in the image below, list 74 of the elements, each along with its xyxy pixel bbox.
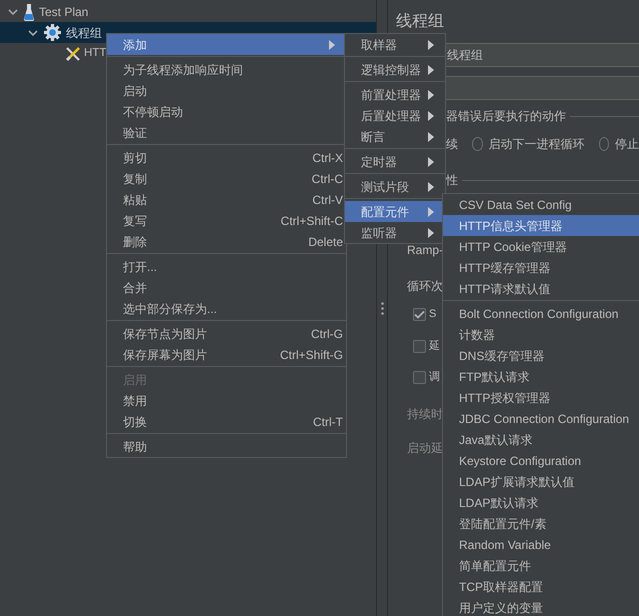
- menu-item[interactable]: 后置处理器: [345, 105, 445, 126]
- menu-item[interactable]: 禁用: [107, 390, 346, 411]
- menu-item[interactable]: 配置元件: [345, 201, 445, 222]
- menu-item[interactable]: 添加: [107, 34, 346, 55]
- menu-item[interactable]: TCP取样器配置: [443, 576, 639, 597]
- field-label: Ramp-: [407, 242, 444, 258]
- menu-item[interactable]: 用户定义的变量: [443, 597, 639, 616]
- menu-item[interactable]: 粘贴 Ctrl-V: [107, 189, 346, 210]
- radio-button[interactable]: [472, 137, 482, 151]
- menu-item[interactable]: LDAP扩展请求默认值: [443, 471, 639, 492]
- menu-item[interactable]: 启动: [107, 80, 346, 101]
- tree-label[interactable]: 线程组: [66, 24, 102, 42]
- menu-item[interactable]: 切换 Ctrl-T: [107, 411, 346, 432]
- menu-item[interactable]: 打开...: [107, 256, 346, 277]
- menu-item[interactable]: 定时器: [345, 151, 445, 172]
- menu-item[interactable]: 监听器: [345, 222, 445, 243]
- menu-item[interactable]: 复制 Ctrl-C: [107, 168, 346, 189]
- menu-item[interactable]: 合并: [107, 277, 346, 298]
- field-label: 持续时: [407, 406, 443, 422]
- menu-item[interactable]: Bolt Connection Configuration: [443, 303, 639, 324]
- menu-item[interactable]: Random Variable: [443, 534, 639, 555]
- menu-item[interactable]: LDAP默认请求: [443, 492, 639, 513]
- checkbox[interactable]: [413, 371, 426, 384]
- menu-item[interactable]: 删除 Delete: [107, 231, 346, 252]
- menu-item[interactable]: HTTP缓存管理器: [443, 257, 639, 278]
- chevron-icon[interactable]: [28, 30, 38, 37]
- check-icon: [414, 310, 425, 319]
- gear-icon: [44, 24, 61, 41]
- field-label: 启动延: [407, 440, 443, 456]
- menu-item[interactable]: 计数器: [443, 324, 639, 345]
- checkbox[interactable]: [413, 308, 426, 321]
- radio-button[interactable]: [598, 137, 609, 151]
- menu-item[interactable]: JDBC Connection Configuration: [443, 408, 639, 429]
- tools-icon: [64, 44, 82, 62]
- menu-item[interactable]: 不停顿启动: [107, 101, 346, 122]
- group-label: 器错误后要执行的动作: [446, 108, 566, 125]
- menu-item[interactable]: Java默认请求: [443, 429, 639, 450]
- menu-item[interactable]: 复写 Ctrl+Shift-C: [107, 210, 346, 231]
- tree-label[interactable]: HTT: [84, 44, 106, 62]
- menu-item[interactable]: 剪切 Ctrl-X: [107, 147, 346, 168]
- menu-item[interactable]: HTTP授权管理器: [443, 387, 639, 408]
- menu-item[interactable]: 保存节点为图片 Ctrl-G: [107, 323, 346, 344]
- menu-item[interactable]: 断言: [345, 126, 445, 147]
- checkbox-label: 调: [429, 370, 440, 386]
- menu-item[interactable]: 选中部分保存为...: [107, 298, 346, 319]
- menu-item[interactable]: 登陆配置元件/素: [443, 513, 639, 534]
- checkbox[interactable]: [413, 340, 426, 353]
- radio-label: 启动下一进程循环: [488, 136, 584, 153]
- menu-item[interactable]: 测试片段: [345, 176, 445, 197]
- flask-icon: [24, 2, 34, 20]
- menu-item[interactable]: 简单配置元件: [443, 555, 639, 576]
- checkbox-label: 延: [429, 339, 440, 354]
- field-label: 循环次: [407, 278, 443, 294]
- checkbox-label: S: [429, 307, 436, 322]
- menu-item[interactable]: CSV Data Set Config: [443, 194, 639, 215]
- menu-item[interactable]: 帮助: [107, 436, 346, 457]
- menu-item[interactable]: HTTP信息头管理器: [443, 215, 639, 236]
- radio-label: 停止: [615, 136, 639, 153]
- group-label: 性: [446, 172, 458, 189]
- chevron-icon[interactable]: [8, 8, 18, 16]
- menu-item[interactable]: DNS缓存管理器: [443, 345, 639, 366]
- menu-item[interactable]: FTP默认请求: [443, 366, 639, 387]
- menu-item[interactable]: Keystore Configuration: [443, 450, 639, 471]
- menu-item[interactable]: HTTP Cookie管理器: [443, 236, 639, 257]
- menu-item[interactable]: HTTP请求默认值: [443, 278, 639, 299]
- splitter-handle-icon[interactable]: [380, 302, 384, 314]
- menu-item[interactable]: 验证: [107, 122, 346, 143]
- tree-label[interactable]: Test Plan: [39, 2, 88, 20]
- panel-title: 线程组: [396, 12, 445, 32]
- radio-label: 续: [446, 136, 458, 153]
- menu-item[interactable]: 保存屏幕为图片 Ctrl+Shift-G: [107, 344, 346, 365]
- menu-item[interactable]: 前置处理器: [345, 84, 445, 105]
- menu-item[interactable]: 为子线程添加响应时间: [107, 59, 346, 80]
- menu-item[interactable]: 逻辑控制器: [345, 59, 445, 80]
